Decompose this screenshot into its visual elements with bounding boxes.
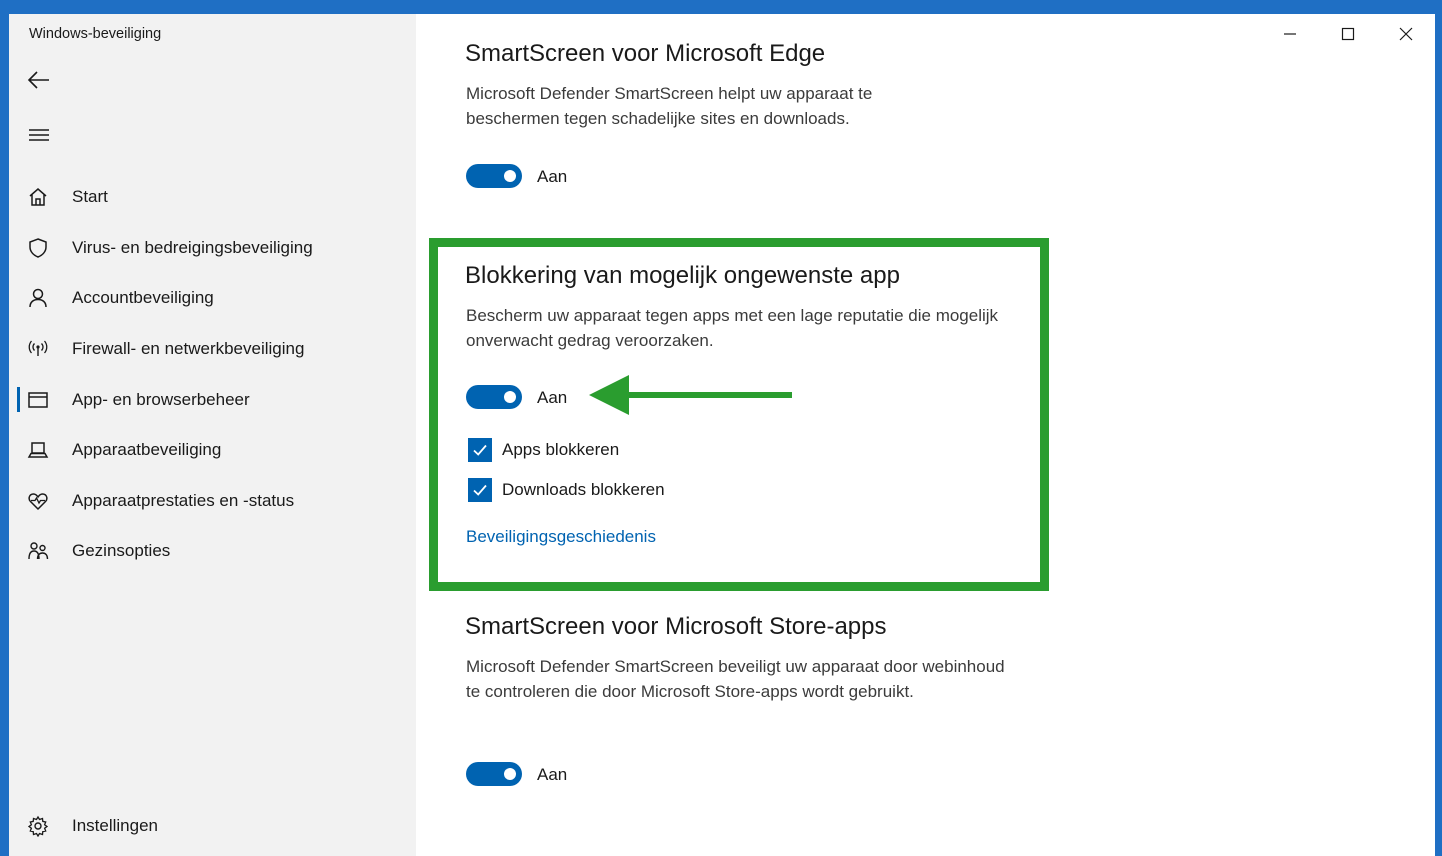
sidebar-item-account[interactable]: Accountbeveiliging [9, 273, 416, 324]
wifi-antenna-icon [27, 338, 49, 360]
sidebar-item-virus[interactable]: Virus- en bedreigingsbeveiliging [9, 223, 416, 274]
sidebar-item-label: App- en browserbeheer [72, 389, 250, 409]
sidebar-item-device-performance[interactable]: Apparaatprestaties en -status [9, 476, 416, 527]
sidebar-item-label: Accountbeveiliging [72, 288, 214, 308]
heart-pulse-icon [27, 490, 49, 512]
menu-button[interactable] [25, 121, 53, 149]
laptop-icon [27, 439, 49, 461]
store-section-title: SmartScreen voor Microsoft Store-apps [465, 613, 887, 640]
family-icon [27, 540, 49, 562]
sidebar-item-label: Apparaatprestaties en -status [72, 490, 295, 510]
edge-toggle-label: Aan [537, 167, 568, 186]
annotation-arrow-icon [589, 375, 792, 415]
sidebar: Windows-beveiliging Start Virus- en bedr… [9, 14, 416, 856]
sidebar-item-device-security[interactable]: Apparaatbeveiliging [9, 425, 416, 476]
gear-icon [27, 815, 49, 838]
sidebar-item-settings[interactable]: Instellingen [9, 806, 416, 846]
sidebar-item-label: Apparaatbeveiliging [72, 440, 222, 460]
edge-section-title: SmartScreen voor Microsoft Edge [465, 40, 826, 67]
edge-smartscreen-toggle[interactable] [466, 164, 522, 188]
sidebar-nav: Start Virus- en bedreigingsbeveiliging A… [9, 172, 416, 577]
settings-label: Instellingen [72, 816, 159, 835]
back-arrow-icon [27, 71, 49, 89]
sidebar-item-label: Gezinsopties [72, 541, 171, 561]
store-section-description: Microsoft Defender SmartScreen beveiligt… [466, 657, 1005, 701]
shield-icon [27, 237, 49, 259]
sidebar-item-family[interactable]: Gezinsopties [9, 526, 416, 577]
sidebar-item-app-browser[interactable]: App- en browserbeheer [9, 374, 416, 425]
person-icon [27, 287, 49, 309]
sidebar-item-label: Firewall- en netwerkbeveiliging [72, 339, 305, 359]
home-icon [27, 186, 49, 208]
store-smartscreen-toggle[interactable] [466, 762, 522, 786]
edge-section-description: Microsoft Defender SmartScreen helpt uw … [466, 84, 873, 128]
browser-window-icon [27, 389, 49, 411]
sidebar-item-label: Start [72, 187, 108, 207]
hamburger-icon [29, 129, 49, 141]
store-toggle-label: Aan [537, 765, 568, 784]
app-window: Windows-beveiliging Start Virus- en bedr… [9, 14, 1435, 856]
window-title: Windows-beveiliging [29, 26, 162, 42]
sidebar-item-firewall[interactable]: Firewall- en netwerkbeveiliging [9, 324, 416, 375]
sidebar-item-label: Virus- en bedreigingsbeveiliging [72, 237, 313, 257]
back-button[interactable] [25, 66, 53, 94]
sidebar-item-start[interactable]: Start [9, 172, 416, 223]
